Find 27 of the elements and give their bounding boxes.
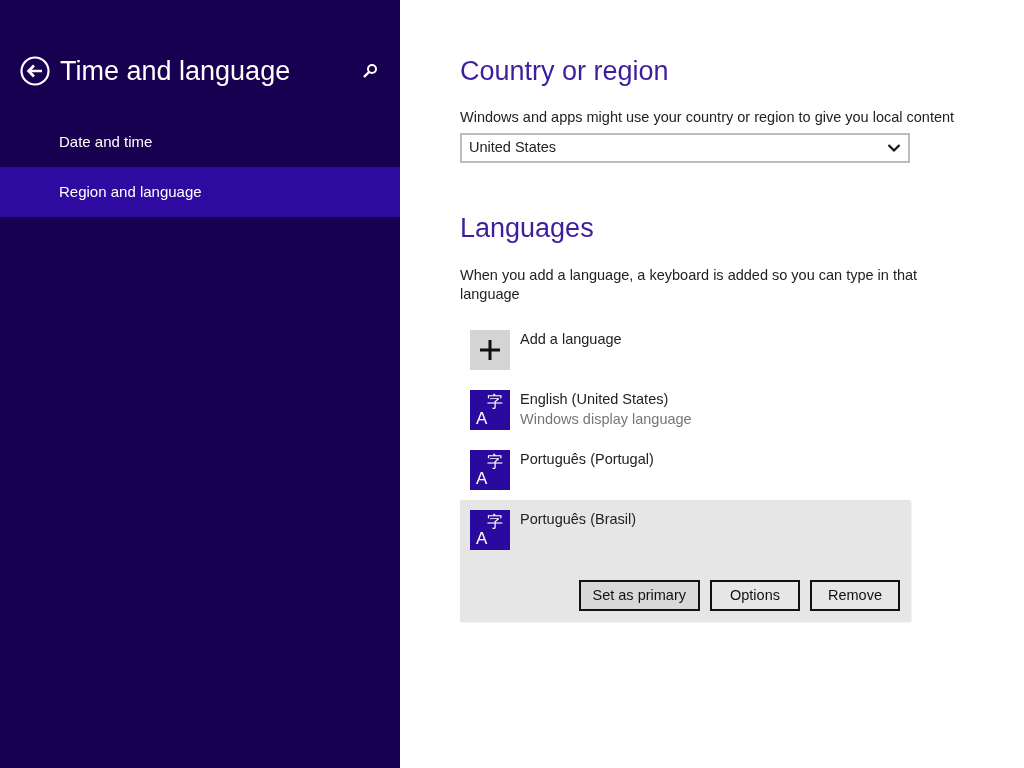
- nav-item[interactable]: Date and time: [0, 117, 400, 167]
- page-title: Time and language: [60, 55, 291, 87]
- action-button[interactable]: Set as primary: [578, 580, 700, 611]
- language-item[interactable]: A 字 Português (Brasil) Set as primary Options Remove: [460, 500, 910, 621]
- action-button[interactable]: Options: [710, 580, 800, 611]
- language-item[interactable]: A 字 Português (Portugal): [460, 440, 910, 500]
- description-text: When you add a language, a keyboard is added so you can type in that language: [460, 266, 919, 304]
- language-icon: A 字: [470, 510, 510, 550]
- country-dropdown[interactable]: United States: [460, 133, 910, 163]
- language-name: Português (Brasil): [520, 510, 637, 529]
- section-heading: Country or region: [460, 55, 670, 87]
- language-name: Português (Portugal): [520, 450, 654, 469]
- plus-icon[interactable]: [470, 330, 510, 370]
- language-icon: A 字: [470, 450, 510, 490]
- language-name: Add a language: [520, 330, 622, 349]
- nav-item[interactable]: Region and language: [0, 167, 400, 217]
- description-text: Windows and apps might use your country or region to give you local content: [460, 108, 956, 127]
- language-item[interactable]: A 字 English (United States) Windows display language: [460, 380, 910, 440]
- back-icon[interactable]: [20, 56, 50, 86]
- search-icon[interactable]: [362, 63, 378, 79]
- chevron-down-icon: [887, 143, 901, 153]
- action-button[interactable]: Remove: [810, 580, 900, 611]
- section-heading: Languages: [460, 212, 595, 244]
- language-subtitle: Windows display language: [520, 410, 692, 429]
- language-name: English (United States): [520, 390, 670, 409]
- language-item[interactable]: Add a language: [460, 320, 910, 380]
- language-icon: A 字: [470, 390, 510, 430]
